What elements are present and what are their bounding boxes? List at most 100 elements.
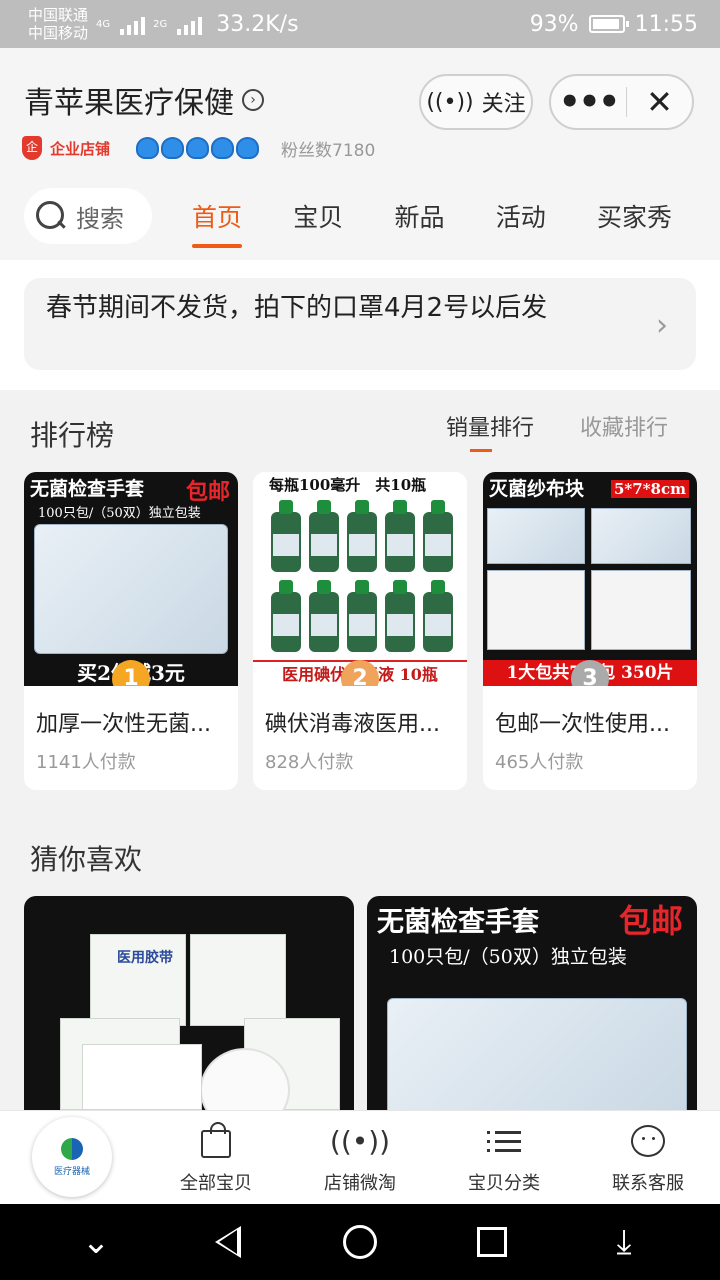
chat-icon	[631, 1125, 665, 1157]
rank-card[interactable]: 无菌检查手套 包邮 100只包/（50双）独立包装 买2件减3元 1 加厚一次性…	[24, 472, 238, 790]
tab-buyer-show[interactable]: 买家秀	[573, 198, 696, 234]
bottle	[271, 580, 301, 652]
close-icon[interactable]: ✕	[627, 83, 692, 121]
shop-logo[interactable]: 医疗器械	[32, 1117, 112, 1197]
tab-sales-rank[interactable]: 销量排行	[446, 410, 534, 452]
network-type-1: 4G	[96, 18, 111, 30]
more-icon[interactable]: •••	[551, 85, 626, 119]
gloves-package	[34, 524, 228, 654]
crown-icon	[161, 137, 185, 159]
ranking-title: 排行榜	[30, 419, 115, 452]
bottle	[385, 500, 415, 572]
home-icon[interactable]	[330, 1225, 390, 1259]
fans-count: 粉丝数7180	[281, 140, 376, 161]
guess-product-card[interactable]: 无菌检查手套 包邮 100只包/（50双）独立包装	[367, 896, 697, 1110]
tab-activities[interactable]: 活动	[472, 198, 570, 234]
notice-banner[interactable]: 春节期间不发货，拍下的口罩4月2号以后发 ›	[24, 278, 696, 370]
crown-icon	[186, 137, 210, 159]
logo-text: 医疗器械	[53, 1166, 90, 1177]
list-icon	[487, 1125, 521, 1158]
image-caption: 无菌检查手套	[30, 478, 145, 500]
follow-label: 关注	[481, 92, 526, 117]
crown-icon	[136, 137, 160, 159]
nav-label: 全部宝贝	[180, 1173, 252, 1194]
nav-customer-service[interactable]: 联系客服	[588, 1121, 708, 1195]
product-sales: 828人付款	[265, 752, 354, 773]
shop-header: 青苹果医疗保健 › ((•)) 关注 ••• ✕ 企 企业店铺 粉丝数7180 …	[0, 48, 720, 260]
gauze-pack	[487, 570, 585, 650]
nav-shop-feed[interactable]: ((•)) 店铺微淘	[300, 1121, 420, 1195]
tab-favorites-rank[interactable]: 收藏排行	[580, 410, 668, 442]
notice-section: 春节期间不发货，拍下的口罩4月2号以后发 ›	[0, 260, 720, 390]
broadcast-icon: ((•))	[329, 1124, 391, 1158]
product-image: 灭菌纱布块 5*7*8cm 1大包共7小包 350片 3	[483, 472, 697, 686]
notification-pull-icon[interactable]: ⤓	[594, 1222, 654, 1262]
image-subtitle: 100只包/（50双）独立包装	[38, 506, 201, 521]
product-sales: 465人付款	[495, 752, 584, 773]
network-type-2: 2G	[153, 18, 168, 30]
recents-icon[interactable]	[462, 1227, 522, 1257]
product-title: 加厚一次性无菌...	[36, 712, 211, 737]
shop-level-crowns	[136, 137, 260, 159]
product-sales: 1141人付款	[36, 752, 136, 773]
ranking-section: 排行榜 销量排行 收藏排行 无菌检查手套 包邮 100只包/（50双）独立包装 …	[0, 390, 720, 810]
bottom-nav: 医疗器械 全部宝贝 ((•)) 店铺微淘 宝贝分类 联系客服	[0, 1110, 720, 1204]
chevron-right-icon: ›	[242, 89, 264, 111]
product-image: 每瓶100毫升 共10瓶 医用碘伏消毒液 10瓶 2	[253, 472, 467, 686]
image-caption: 灭菌纱布块	[489, 478, 585, 500]
guess-section: 猜你喜欢 医用胶带 无菌检查手套 包邮 100只包/（50双）独立包装	[0, 810, 720, 1110]
collapse-icon[interactable]: ⌄	[66, 1222, 126, 1262]
image-badge: 包邮	[618, 902, 683, 940]
product-image: 无菌检查手套 包邮 100只包/（50双）独立包装 买2件减3元 1	[24, 472, 238, 686]
broadcast-icon: ((•))	[426, 89, 474, 115]
capsule-menu: ••• ✕	[549, 74, 694, 130]
rank-card[interactable]: 灭菌纱布块 5*7*8cm 1大包共7小包 350片 3 包邮一次性使用... …	[483, 472, 697, 790]
search-label: 搜索	[76, 204, 124, 233]
rank-card[interactable]: 每瓶100毫升 共10瓶 医用碘伏消毒液 10瓶 2 碘伏消毒液医用... 82…	[253, 472, 467, 790]
tape-box	[82, 1044, 202, 1110]
follow-button[interactable]: ((•)) 关注	[419, 74, 533, 130]
signal-icon	[177, 13, 203, 35]
guess-product-card[interactable]: 医用胶带	[24, 896, 354, 1110]
crown-icon	[211, 137, 235, 159]
carrier-info: 中国联通 中国移动	[28, 6, 88, 42]
image-subtitle: 100只包/（50双）独立包装	[389, 946, 627, 968]
image-caption: 无菌检查手套	[377, 907, 539, 938]
search-icon	[36, 201, 66, 231]
enterprise-shield-icon: 企	[22, 136, 42, 160]
notice-text: 春节期间不发货，拍下的口罩4月2号以后发	[46, 293, 548, 323]
bottle	[347, 580, 377, 652]
tab-items[interactable]: 宝贝	[269, 198, 367, 234]
tab-home[interactable]: 首页	[168, 198, 266, 248]
enterprise-label: 企业店铺	[50, 139, 111, 158]
tape-label: 医用胶带	[117, 950, 173, 966]
bag-icon	[201, 1122, 231, 1158]
back-icon[interactable]	[198, 1226, 258, 1258]
crown-icon	[236, 137, 260, 159]
gauze-pack	[591, 570, 691, 650]
gauze-pack	[487, 508, 585, 564]
battery-percent: 93%	[529, 11, 579, 37]
product-title: 碘伏消毒液医用...	[265, 712, 440, 737]
tab-new[interactable]: 新品	[370, 198, 468, 234]
chevron-right-icon: ›	[656, 308, 668, 343]
nav-categories[interactable]: 宝贝分类	[444, 1121, 564, 1195]
bottle	[385, 580, 415, 652]
bottle	[309, 580, 339, 652]
network-speed: 33.2K/s	[216, 11, 299, 37]
shop-name: 青苹果医疗保健	[24, 86, 234, 121]
gloves-package	[387, 998, 687, 1110]
search-button[interactable]: 搜索	[24, 188, 152, 244]
gauze-pack	[591, 508, 691, 564]
bottle	[423, 580, 453, 652]
carrier-2: 中国移动	[28, 24, 89, 42]
shop-name-link[interactable]: 青苹果医疗保健 ›	[24, 78, 264, 122]
shop-badges: 企 企业店铺 粉丝数7180	[22, 134, 375, 162]
nav-all-items[interactable]: 全部宝贝	[156, 1121, 276, 1195]
shop-tabs: 首页 宝贝 新品 活动 买家秀	[168, 188, 696, 248]
product-title: 包邮一次性使用...	[495, 712, 670, 737]
image-caption: 每瓶100毫升 共10瓶	[269, 476, 427, 494]
ranking-tabs: 销量排行 收藏排行	[446, 410, 668, 452]
carrier-1: 中国联通	[28, 6, 89, 24]
bottle	[271, 500, 301, 572]
